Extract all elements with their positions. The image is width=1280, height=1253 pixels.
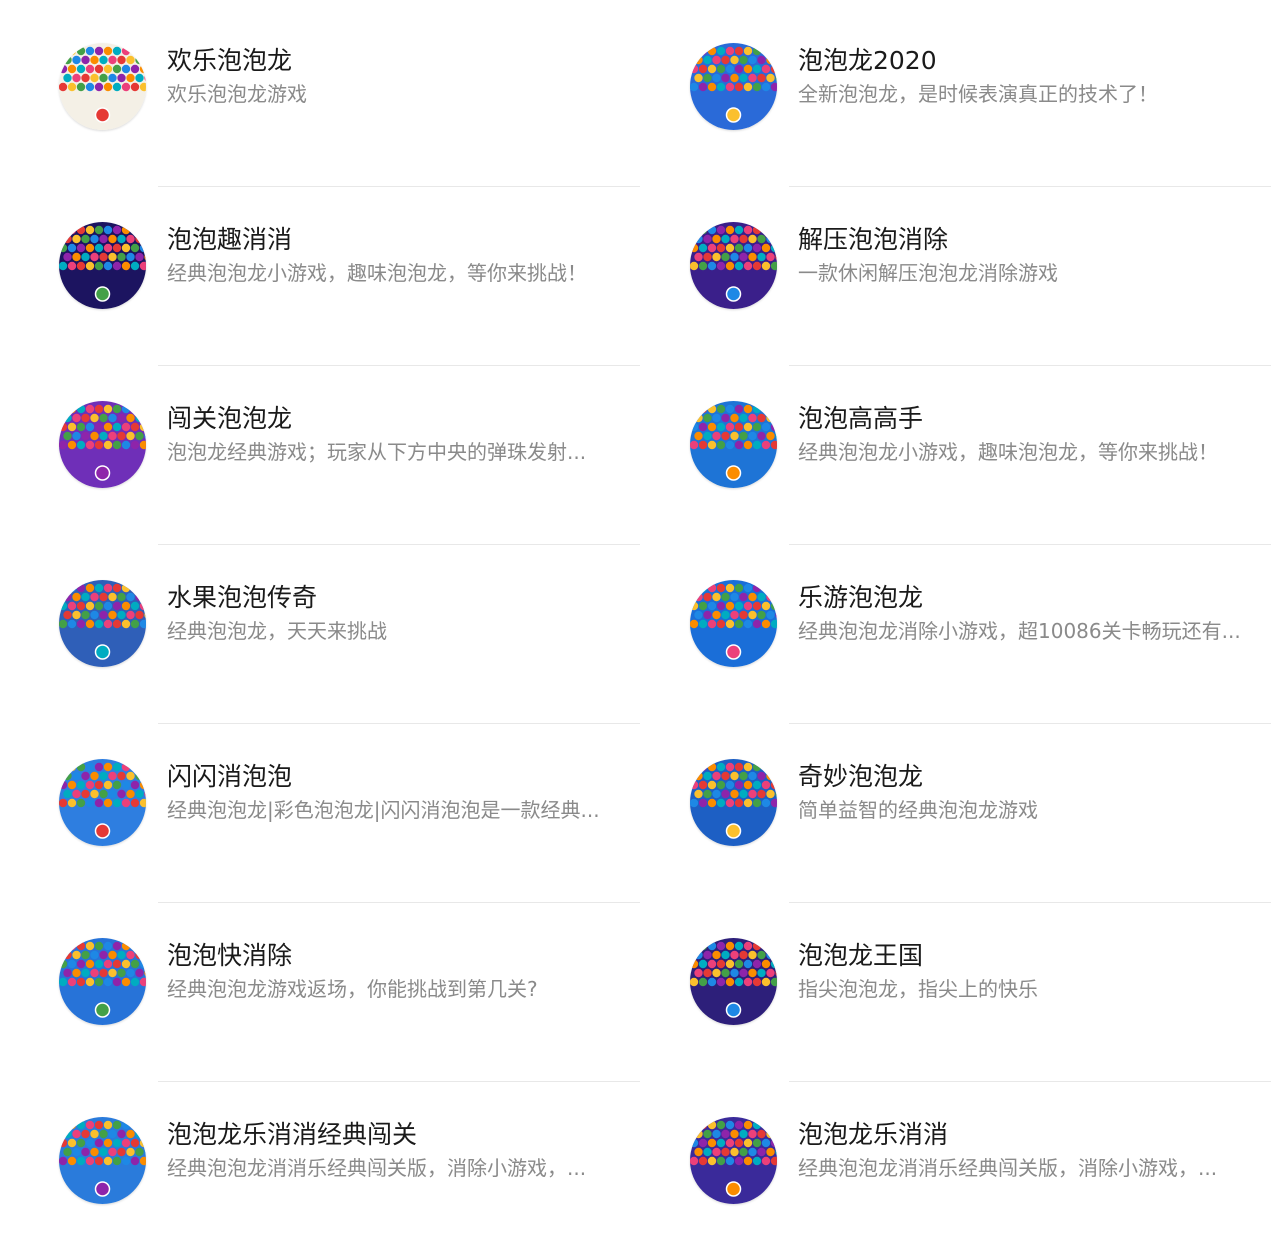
- game-title[interactable]: 闪闪消泡泡: [167, 761, 637, 793]
- game-description: 全新泡泡龙，是时候表演真正的技术了！: [798, 82, 1158, 106]
- game-description: 经典泡泡龙消消乐经典闯关版，消除小游戏，...: [798, 1156, 1218, 1180]
- game-list-item[interactable]: 泡泡龙王国指尖泡泡龙，指尖上的快乐: [631, 895, 1280, 1082]
- game-text-block: 奇妙泡泡龙简单益智的经典泡泡龙游戏: [798, 761, 1268, 823]
- bubble-star-icon[interactable]: [59, 401, 146, 488]
- game-title[interactable]: 泡泡趣消消: [167, 224, 637, 256]
- game-description: 经典泡泡龙消消乐经典闯关版，消除小游戏，...: [167, 1156, 587, 1180]
- fruit-bubble-icon[interactable]: [59, 580, 146, 667]
- game-description: 一款休闲解压泡泡龙消除游戏: [798, 261, 1058, 285]
- game-title[interactable]: 泡泡高高手: [798, 403, 1268, 435]
- game-title[interactable]: 泡泡快消除: [167, 940, 637, 972]
- game-title[interactable]: 乐游泡泡龙: [798, 582, 1268, 614]
- bubble-vshape-icon[interactable]: [690, 401, 777, 488]
- bubble-dark-icon[interactable]: [59, 222, 146, 309]
- game-title[interactable]: 欢乐泡泡龙: [167, 45, 637, 77]
- game-title[interactable]: 闯关泡泡龙: [167, 403, 637, 435]
- game-description: 欢乐泡泡龙游戏: [167, 82, 307, 106]
- game-description: 经典泡泡龙游戏返场，你能挑战到第几关?: [167, 977, 538, 1001]
- game-text-block: 闪闪消泡泡经典泡泡龙|彩色泡泡龙|闪闪消泡泡是一款经典...: [167, 761, 637, 823]
- game-text-block: 泡泡龙乐消消经典泡泡龙消消乐经典闯关版，消除小游戏，...: [798, 1119, 1268, 1181]
- bubble-arc-icon[interactable]: [690, 580, 777, 667]
- game-description: 泡泡龙经典游戏；玩家从下方中央的弹珠发射...: [167, 440, 587, 464]
- bubble-purple-icon[interactable]: [690, 1117, 777, 1204]
- game-list-item[interactable]: 泡泡龙乐消消经典泡泡龙消消乐经典闯关版，消除小游戏，...: [631, 1074, 1280, 1253]
- bubble-sparkle-icon[interactable]: [59, 759, 146, 846]
- game-description: 简单益智的经典泡泡龙游戏: [798, 798, 1038, 822]
- game-list-item[interactable]: 奇妙泡泡龙简单益智的经典泡泡龙游戏: [631, 716, 1280, 903]
- bubble-swirl-icon[interactable]: [690, 759, 777, 846]
- game-text-block: 泡泡趣消消经典泡泡龙小游戏，趣味泡泡龙，等你来挑战！: [167, 224, 637, 286]
- game-title[interactable]: 泡泡龙乐消消: [798, 1119, 1268, 1151]
- game-title[interactable]: 泡泡龙乐消消经典闯关: [167, 1119, 637, 1151]
- game-text-block: 泡泡龙王国指尖泡泡龙，指尖上的快乐: [798, 940, 1268, 1002]
- bubble-kingdom-icon[interactable]: [690, 938, 777, 1025]
- game-list-item[interactable]: 欢乐泡泡龙欢乐泡泡龙游戏: [0, 0, 640, 187]
- game-text-block: 欢乐泡泡龙欢乐泡泡龙游戏: [167, 45, 637, 107]
- game-title[interactable]: 解压泡泡消除: [798, 224, 1268, 256]
- game-text-block: 泡泡快消除经典泡泡龙游戏返场，你能挑战到第几关?: [167, 940, 637, 1002]
- game-text-block: 乐游泡泡龙经典泡泡龙消除小游戏，超10086关卡畅玩还有...: [798, 582, 1268, 644]
- game-list-item[interactable]: 解压泡泡消除一款休闲解压泡泡龙消除游戏: [631, 179, 1280, 366]
- game-list-item[interactable]: 泡泡高高手经典泡泡龙小游戏，趣味泡泡龙，等你来挑战！: [631, 358, 1280, 545]
- game-text-block: 解压泡泡消除一款休闲解压泡泡龙消除游戏: [798, 224, 1268, 286]
- game-title[interactable]: 泡泡龙王国: [798, 940, 1268, 972]
- game-text-block: 泡泡龙2020 全新泡泡龙，是时候表演真正的技术了！: [798, 45, 1268, 107]
- game-description: 经典泡泡龙消除小游戏，超10086关卡畅玩还有...: [798, 619, 1241, 643]
- game-list-item[interactable]: 泡泡快消除经典泡泡龙游戏返场，你能挑战到第几关?: [0, 895, 640, 1082]
- game-description: 经典泡泡龙小游戏，趣味泡泡龙，等你来挑战！: [798, 440, 1218, 464]
- game-description: 经典泡泡龙|彩色泡泡龙|闪闪消泡泡是一款经典...: [167, 798, 600, 822]
- game-description: 指尖泡泡龙，指尖上的快乐: [798, 977, 1038, 1001]
- game-list-item[interactable]: 乐游泡泡龙经典泡泡龙消除小游戏，超10086关卡畅玩还有...: [631, 537, 1280, 724]
- game-text-block: 水果泡泡传奇经典泡泡龙，天天来挑战: [167, 582, 637, 644]
- game-text-block: 闯关泡泡龙泡泡龙经典游戏；玩家从下方中央的弹珠发射...: [167, 403, 637, 465]
- game-list-item[interactable]: 泡泡趣消消经典泡泡龙小游戏，趣味泡泡龙，等你来挑战！: [0, 179, 640, 366]
- game-title[interactable]: 奇妙泡泡龙: [798, 761, 1268, 793]
- bubble-cluster-icon[interactable]: [690, 43, 777, 130]
- game-text-block: 泡泡高高手经典泡泡龙小游戏，趣味泡泡龙，等你来挑战！: [798, 403, 1268, 465]
- game-list-item[interactable]: 闯关泡泡龙泡泡龙经典游戏；玩家从下方中央的弹珠发射...: [0, 358, 640, 545]
- game-title[interactable]: 水果泡泡传奇: [167, 582, 637, 614]
- game-list-item[interactable]: 泡泡龙乐消消经典闯关 经典泡泡龙消消乐经典闯关版，消除小游戏，...: [0, 1074, 631, 1253]
- game-list-item[interactable]: 闪闪消泡泡经典泡泡龙|彩色泡泡龙|闪闪消泡泡是一款经典...: [0, 716, 640, 903]
- bubble-shooter-icon[interactable]: [59, 1117, 146, 1204]
- game-list-item[interactable]: 水果泡泡传奇经典泡泡龙，天天来挑战: [0, 537, 640, 724]
- game-list: 欢乐泡泡龙欢乐泡泡龙游戏 泡泡龙2020 全新泡泡龙，是时候表演真正的技术了！ 泡泡趣…: [0, 0, 1280, 1232]
- bubble-diagonal-icon[interactable]: [690, 222, 777, 309]
- game-text-block: 泡泡龙乐消消经典闯关经典泡泡龙消消乐经典闯关版，消除小游戏，...: [167, 1119, 637, 1181]
- game-description: 经典泡泡龙小游戏，趣味泡泡龙，等你来挑战！: [167, 261, 587, 285]
- game-list-item[interactable]: 泡泡龙2020 全新泡泡龙，是时候表演真正的技术了！: [631, 0, 1280, 187]
- game-description: 经典泡泡龙，天天来挑战: [167, 619, 387, 643]
- bubble-aim-icon[interactable]: [59, 938, 146, 1025]
- game-title[interactable]: 泡泡龙2020: [798, 45, 1268, 77]
- bubble-wheel-icon[interactable]: [59, 43, 146, 130]
